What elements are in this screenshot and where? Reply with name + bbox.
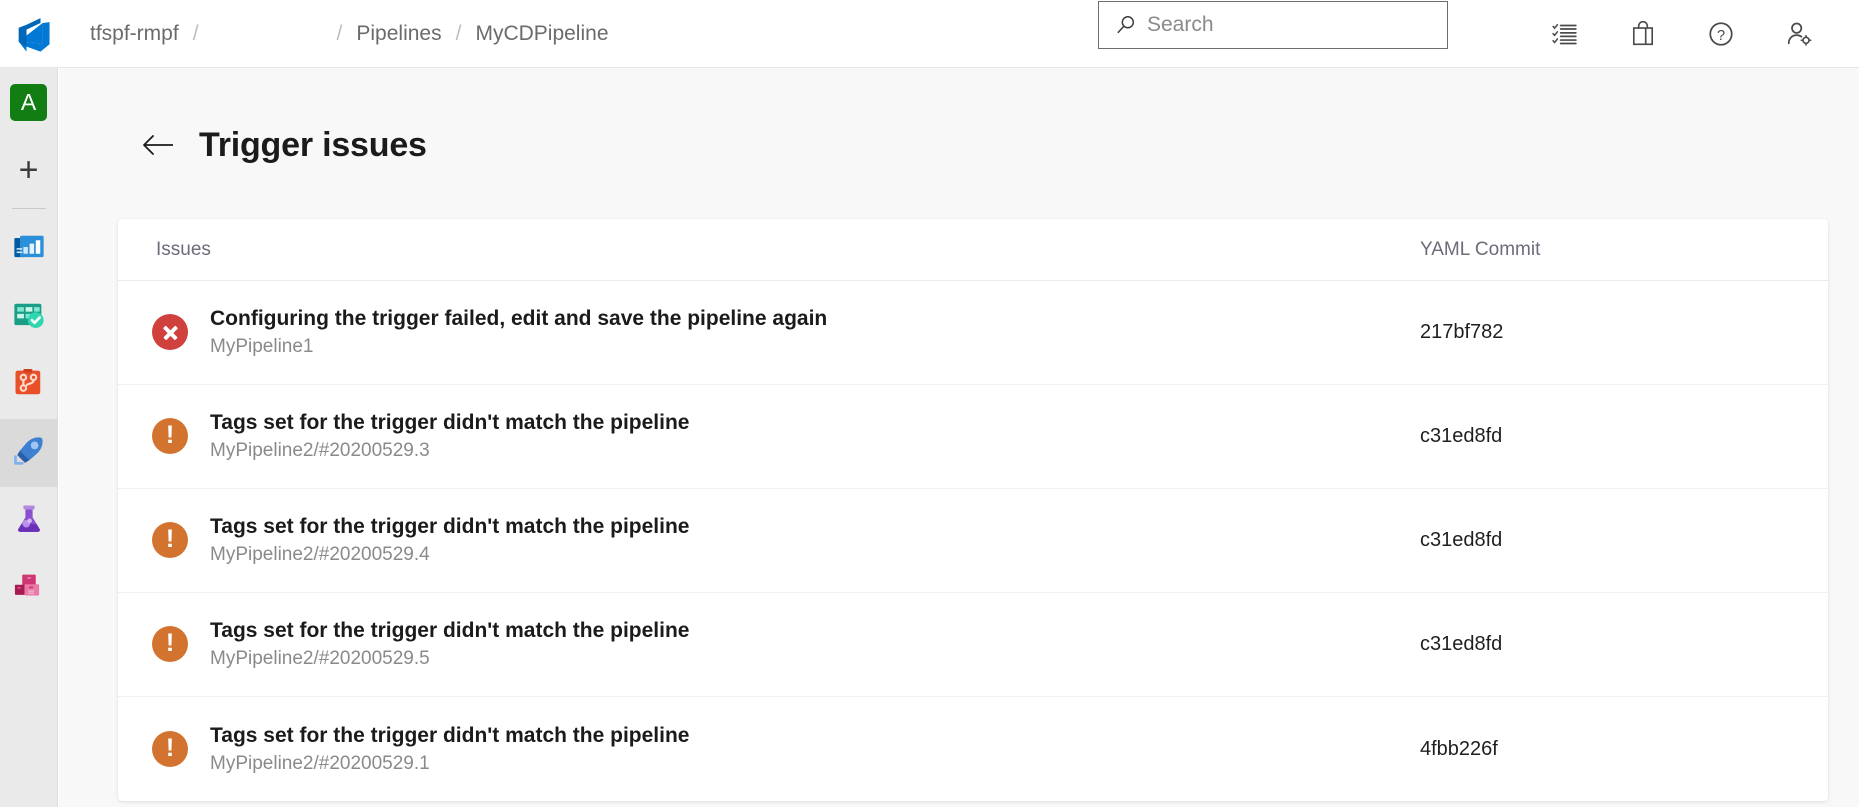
- warning-exclamation-icon: !: [152, 522, 188, 558]
- user-settings-icon[interactable]: [1779, 14, 1819, 54]
- sidebar-item-artifacts[interactable]: [0, 555, 58, 623]
- issue-cell: ! Tags set for the trigger didn't match …: [152, 619, 1382, 670]
- help-question-icon[interactable]: ?: [1701, 14, 1741, 54]
- sidebar-item-repos[interactable]: [0, 351, 58, 419]
- rail-divider: [12, 208, 46, 209]
- table-row[interactable]: ! Tags set for the trigger didn't match …: [118, 489, 1828, 593]
- issue-cell: ! Tags set for the trigger didn't match …: [152, 515, 1382, 566]
- work-items-icon[interactable]: [1545, 14, 1585, 54]
- issue-cell: Configuring the trigger failed, edit and…: [152, 307, 1382, 358]
- breadcrumb-separator-1: /: [179, 22, 213, 46]
- topbar-icon-group: ?: [1545, 0, 1837, 67]
- svg-text:?: ?: [1717, 27, 1725, 43]
- column-header-issues: Issues: [152, 239, 1382, 261]
- breadcrumb-organization[interactable]: tfspf-rmpf: [90, 22, 179, 46]
- issue-subtitle: MyPipeline1: [210, 336, 827, 358]
- warning-exclamation-icon: !: [152, 731, 188, 767]
- issue-subtitle: MyPipeline2/#20200529.1: [210, 753, 689, 775]
- table-row[interactable]: ! Tags set for the trigger didn't match …: [118, 697, 1828, 801]
- yaml-commit-value: c31ed8fd: [1382, 529, 1794, 552]
- top-navigation-bar: tfspf-rmpf / / Pipelines / MyCDPipeline: [0, 0, 1859, 68]
- table-row[interactable]: Configuring the trigger failed, edit and…: [118, 281, 1828, 385]
- sidebar-item-test-plans[interactable]: [0, 487, 58, 555]
- yaml-commit-value: c31ed8fd: [1382, 425, 1794, 448]
- table-row[interactable]: ! Tags set for the trigger didn't match …: [118, 593, 1828, 697]
- issue-text-block: Configuring the trigger failed, edit and…: [210, 307, 827, 358]
- breadcrumb: tfspf-rmpf / / Pipelines / MyCDPipeline: [68, 0, 609, 67]
- search-icon: [1111, 14, 1141, 36]
- repos-icon: [11, 365, 47, 406]
- trigger-issues-card: Issues YAML Commit Configuring the trigg…: [118, 219, 1828, 801]
- issue-text-block: Tags set for the trigger didn't match th…: [210, 724, 689, 775]
- yaml-commit-value: 4fbb226f: [1382, 738, 1794, 761]
- warning-exclamation-icon: !: [152, 626, 188, 662]
- sidebar-item-pipelines[interactable]: [0, 419, 58, 487]
- azure-devops-logo[interactable]: [0, 0, 68, 67]
- issue-title: Tags set for the trigger didn't match th…: [210, 515, 689, 539]
- error-x-icon: [152, 314, 188, 350]
- breadcrumb-separator-3: /: [442, 22, 476, 46]
- overview-icon: [11, 229, 47, 270]
- plus-icon: +: [19, 153, 39, 187]
- column-header-yaml-commit: YAML Commit: [1382, 239, 1794, 261]
- table-row[interactable]: ! Tags set for the trigger didn't match …: [118, 385, 1828, 489]
- marketplace-bag-icon[interactable]: [1623, 14, 1663, 54]
- issue-subtitle: MyPipeline2/#20200529.5: [210, 648, 689, 670]
- org-avatar-initial: A: [10, 84, 47, 121]
- page-title: Trigger issues: [199, 126, 427, 165]
- main-content: Trigger issues Issues YAML Commit Config…: [59, 68, 1859, 807]
- back-arrow-icon[interactable]: [139, 125, 179, 165]
- issue-text-block: Tags set for the trigger didn't match th…: [210, 515, 689, 566]
- issue-text-block: Tags set for the trigger didn't match th…: [210, 619, 689, 670]
- breadcrumb-separator-2: /: [323, 22, 357, 46]
- issue-title: Tags set for the trigger didn't match th…: [210, 724, 689, 748]
- issue-subtitle: MyPipeline2/#20200529.4: [210, 544, 689, 566]
- search-box[interactable]: [1098, 1, 1448, 49]
- sidebar-item-boards[interactable]: [0, 283, 58, 351]
- pipelines-rocket-icon: [11, 433, 47, 474]
- breadcrumb-section-pipelines[interactable]: Pipelines: [356, 22, 441, 46]
- issue-text-block: Tags set for the trigger didn't match th…: [210, 411, 689, 462]
- issue-title: Tags set for the trigger didn't match th…: [210, 619, 689, 643]
- sidebar-item-overview[interactable]: [0, 215, 58, 283]
- search-input[interactable]: [1141, 3, 1437, 47]
- issue-cell: ! Tags set for the trigger didn't match …: [152, 411, 1382, 462]
- issue-title: Tags set for the trigger didn't match th…: [210, 411, 689, 435]
- left-navigation-rail: A +: [0, 68, 58, 807]
- issue-title: Configuring the trigger failed, edit and…: [210, 307, 827, 331]
- issue-cell: ! Tags set for the trigger didn't match …: [152, 724, 1382, 775]
- issue-subtitle: MyPipeline2/#20200529.3: [210, 440, 689, 462]
- boards-icon: [11, 297, 47, 338]
- artifacts-boxes-icon: [11, 569, 47, 610]
- table-header-row: Issues YAML Commit: [118, 219, 1828, 281]
- yaml-commit-value: 217bf782: [1382, 321, 1794, 344]
- breadcrumb-pipeline-name[interactable]: MyCDPipeline: [475, 22, 608, 46]
- test-plans-flask-icon: [11, 501, 47, 542]
- warning-exclamation-icon: !: [152, 418, 188, 454]
- page-header: Trigger issues: [59, 68, 1859, 178]
- new-item-button[interactable]: +: [0, 136, 58, 204]
- yaml-commit-value: c31ed8fd: [1382, 633, 1794, 656]
- org-avatar[interactable]: A: [0, 68, 58, 136]
